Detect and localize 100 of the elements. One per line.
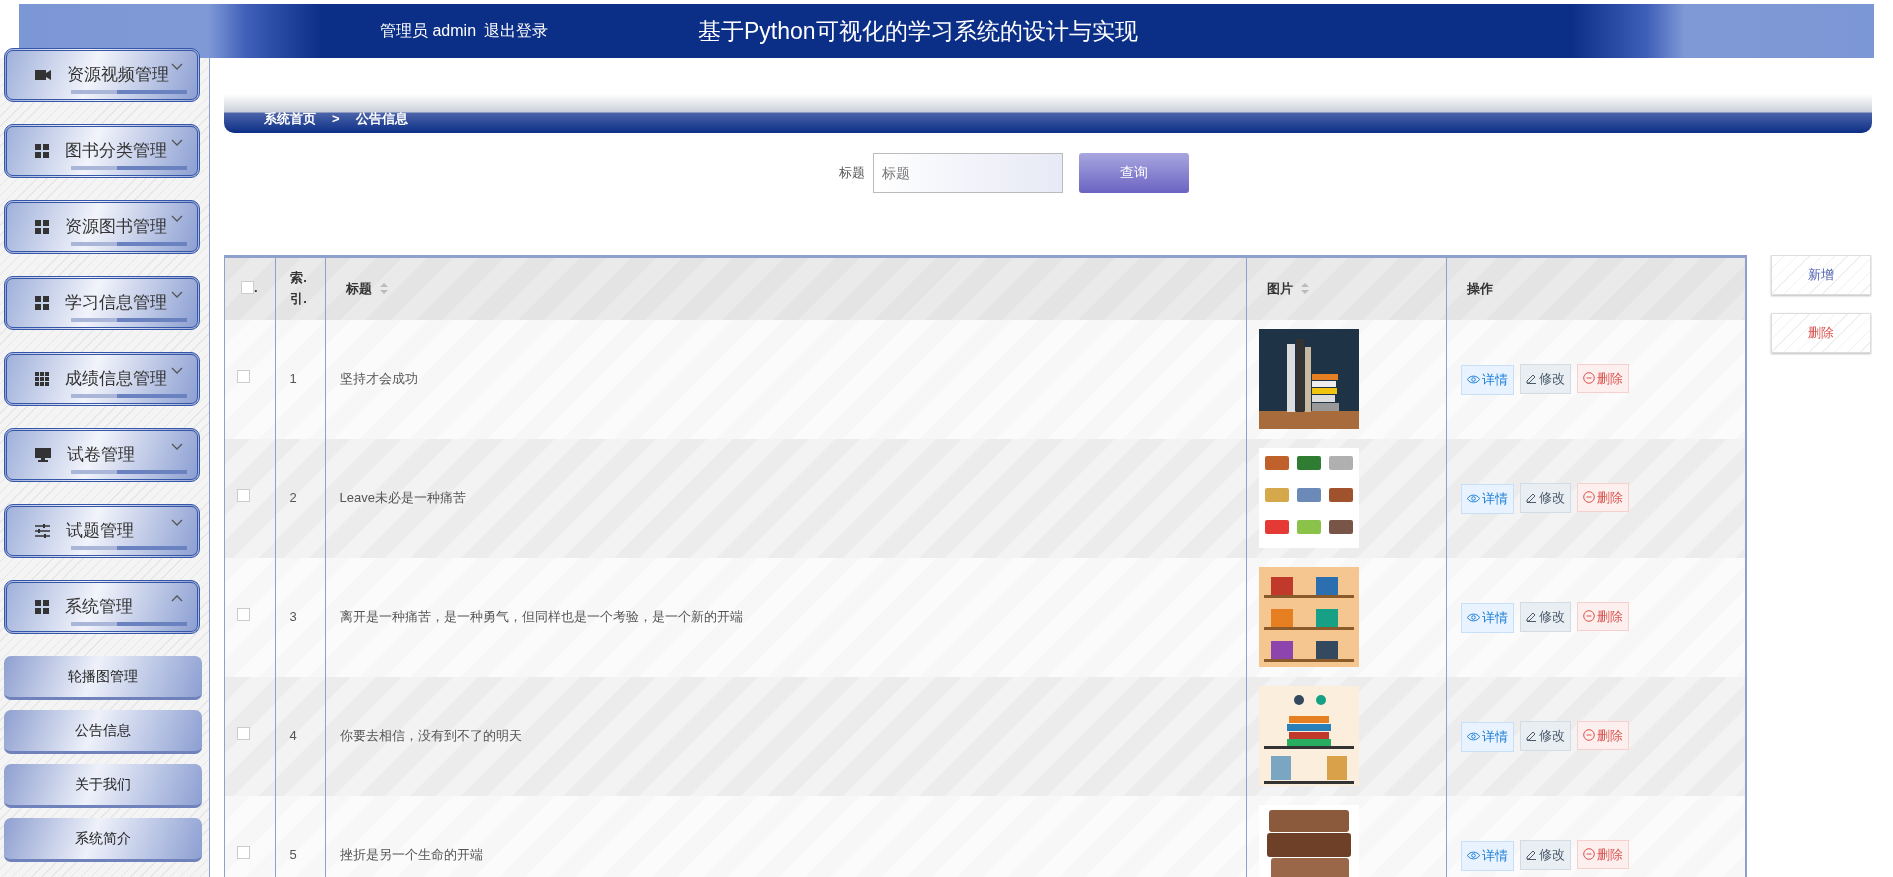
breadcrumb-home[interactable]: 系统首页	[264, 111, 316, 126]
pencil-icon	[1525, 849, 1537, 861]
sort-icon[interactable]	[379, 283, 388, 295]
row-checkbox[interactable]	[237, 489, 250, 503]
minus-circle-icon	[1582, 729, 1595, 742]
sidebar-menu-item[interactable]: 图书分类管理	[4, 124, 200, 178]
video-camera-icon	[35, 68, 51, 82]
edit-button[interactable]: 修改	[1519, 364, 1571, 394]
title-cell: 挫折是另一个生命的开端	[339, 847, 483, 863]
logout-link[interactable]: 退出登录	[484, 19, 549, 43]
edit-button[interactable]: 修改	[1519, 602, 1571, 632]
title-cell: 坚持才会成功	[339, 371, 418, 387]
eye-icon	[1466, 375, 1480, 385]
menu-label: 成绩信息管理	[65, 368, 167, 391]
chevron-icon	[171, 63, 183, 70]
grid-icon	[35, 296, 49, 310]
eye-icon	[1466, 613, 1480, 623]
chevron-icon	[171, 367, 183, 374]
submenu-item[interactable]: 公告信息	[4, 710, 202, 754]
sidebar-menu-item[interactable]: 资源视频管理	[4, 48, 200, 102]
menu-label: 试卷管理	[67, 444, 135, 467]
chevron-icon	[171, 215, 183, 222]
minus-circle-icon	[1582, 491, 1595, 504]
sliders-icon	[35, 524, 50, 538]
search-button[interactable]: 查询	[1079, 152, 1189, 193]
submenu-item[interactable]: 系统简介	[4, 818, 202, 862]
delete-button[interactable]: 删除	[1576, 601, 1629, 632]
index-cell: 5	[289, 847, 297, 863]
index-cell: 2	[289, 490, 297, 506]
chevron-icon	[171, 443, 183, 450]
title-cell: 你要去相信，没有到不了的明天	[339, 728, 522, 744]
chevron-icon	[171, 139, 183, 146]
sort-icon[interactable]	[1300, 283, 1309, 295]
add-button[interactable]: 新增	[1771, 254, 1871, 295]
pencil-icon	[1525, 492, 1537, 504]
chevron-icon	[171, 595, 183, 602]
minus-circle-icon	[1582, 610, 1595, 623]
row-checkbox[interactable]	[237, 846, 250, 860]
breadcrumb-current: 公告信息	[355, 111, 408, 126]
eye-icon	[1466, 851, 1480, 861]
column-header: 标题	[345, 279, 372, 298]
menu-label: 学习信息管理	[65, 292, 167, 315]
search-label: 标题	[839, 163, 865, 182]
sidebar-menu-item[interactable]: 资源图书管理	[4, 200, 200, 254]
sidebar-menu-item[interactable]: 成绩信息管理	[4, 352, 200, 406]
row-checkbox[interactable]	[237, 370, 250, 384]
select-all-checkbox[interactable]	[241, 280, 254, 294]
menu-label: 资源图书管理	[65, 216, 167, 239]
delete-button[interactable]: 删除	[1576, 720, 1629, 751]
row-checkbox[interactable]	[237, 608, 250, 622]
chevron-icon	[171, 519, 183, 526]
admin-label: 管理员 admin	[380, 21, 477, 41]
minus-circle-icon	[1582, 848, 1595, 861]
column-header: 索.引.	[289, 268, 308, 308]
grid-icon	[35, 144, 49, 158]
title-cell: 离开是一种痛苦，是一种勇气，但同样也是一个考验，是一个新的开端	[339, 609, 743, 625]
index-cell: 1	[289, 371, 297, 387]
pencil-icon	[1525, 373, 1537, 385]
pencil-icon	[1525, 730, 1537, 742]
column-label: .	[254, 278, 258, 297]
column-header: 图片	[1266, 279, 1293, 298]
details-button[interactable]: 详情	[1460, 722, 1514, 752]
menu-label: 系统管理	[65, 596, 133, 619]
grid-icon	[35, 600, 49, 614]
row-checkbox[interactable]	[237, 727, 250, 741]
submenu-item[interactable]: 关于我们	[4, 764, 202, 808]
index-cell: 3	[289, 609, 297, 625]
menu-label: 试题管理	[66, 520, 134, 543]
monitor-icon	[35, 448, 51, 462]
grid-icon	[35, 372, 49, 386]
breadcrumb-separator: >	[332, 111, 340, 126]
sidebar-menu-item[interactable]: 学习信息管理	[4, 276, 200, 330]
details-button[interactable]: 详情	[1460, 484, 1514, 514]
sidebar-menu-item[interactable]: 试题管理	[4, 504, 200, 558]
index-cell: 4	[289, 728, 297, 744]
details-button[interactable]: 详情	[1460, 841, 1514, 871]
eye-icon	[1466, 494, 1480, 504]
delete-button[interactable]: 删除	[1771, 312, 1871, 353]
details-button[interactable]: 详情	[1460, 365, 1514, 395]
column-header: 操作	[1466, 279, 1493, 298]
chevron-icon	[171, 291, 183, 298]
delete-button[interactable]: 删除	[1576, 482, 1629, 513]
delete-button[interactable]: 删除	[1576, 363, 1629, 394]
edit-button[interactable]: 修改	[1519, 721, 1571, 751]
menu-label: 图书分类管理	[65, 140, 167, 163]
sidebar-menu-item[interactable]: 试卷管理	[4, 428, 200, 482]
menu-label: 资源视频管理	[67, 64, 169, 87]
site-title: 基于Python可视化的学习系统的设计与实现	[698, 16, 1138, 46]
sidebar-menu-item[interactable]: 系统管理	[4, 580, 200, 634]
delete-button[interactable]: 删除	[1576, 839, 1629, 870]
edit-button[interactable]: 修改	[1519, 483, 1571, 513]
edit-button[interactable]: 修改	[1519, 840, 1571, 870]
eye-icon	[1466, 732, 1480, 742]
details-button[interactable]: 详情	[1460, 603, 1514, 633]
grid-icon	[35, 220, 49, 234]
submenu-item[interactable]: 轮播图管理	[4, 656, 202, 700]
search-field[interactable]: 标题	[873, 152, 1063, 193]
title-cell: Leave未必是一种痛苦	[339, 490, 466, 506]
pencil-icon	[1525, 611, 1537, 623]
minus-circle-icon	[1582, 372, 1595, 385]
